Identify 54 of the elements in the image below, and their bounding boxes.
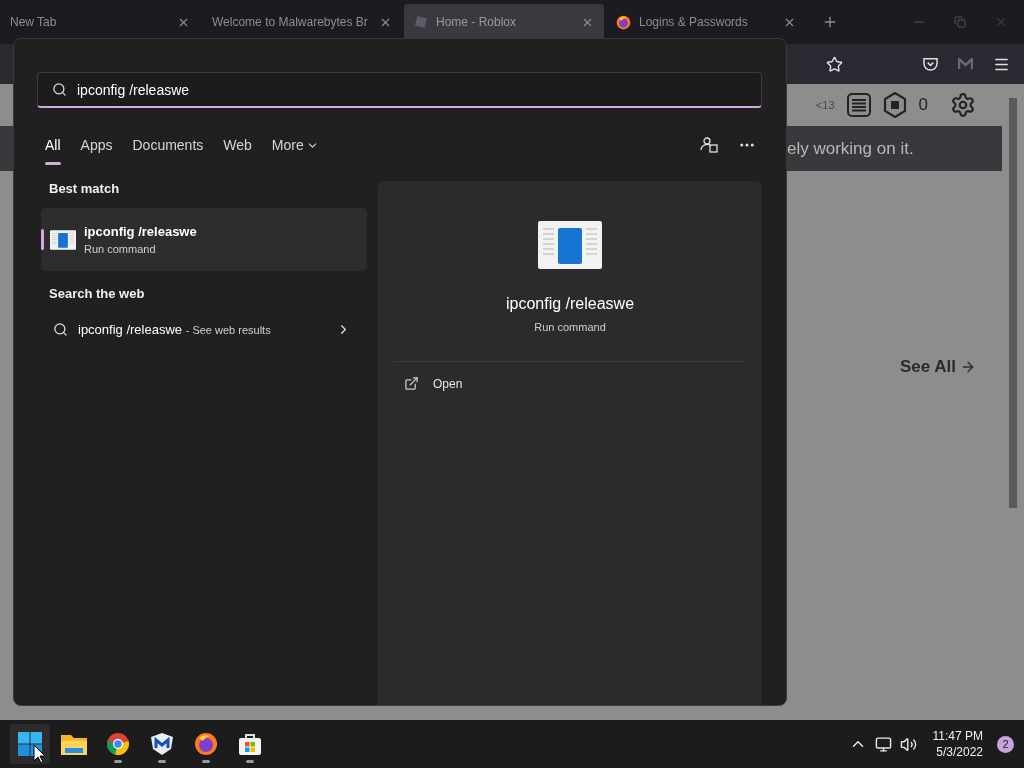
preview-title: ipconfig /releaswe — [505, 295, 635, 313]
section-heading: Best match — [48, 181, 121, 196]
result-title: ipconfig /releaswe — [84, 224, 197, 239]
run-command-icon — [50, 229, 76, 250]
filter-tab[interactable]: Web — [215, 128, 260, 162]
scrollbar-thumb[interactable] — [1009, 98, 1017, 508]
pocket-icon[interactable] — [923, 57, 938, 71]
filter-tab[interactable]: More — [263, 128, 327, 162]
search-text: ipconfig /releaswe — [77, 81, 191, 98]
preview-subtitle: Run command — [534, 321, 606, 333]
store-icon — [238, 732, 262, 756]
account-switch-icon[interactable] — [700, 136, 718, 154]
star-icon[interactable] — [826, 55, 843, 73]
malwarebytes-icon[interactable] — [958, 58, 973, 70]
filter-tab[interactable]: Documents — [124, 128, 212, 162]
section-heading: Search the web — [48, 286, 146, 301]
result-subtitle: Run command — [84, 243, 157, 255]
folder-icon — [61, 733, 87, 755]
web-result[interactable]: ipconfig /releaswe - See web results — [41, 311, 367, 347]
clock[interactable]: 11:47 PM 5/3/2022 — [932, 728, 983, 760]
network-icon[interactable] — [874, 735, 892, 753]
open-icon — [404, 376, 419, 391]
banner-text: ely working on it. — [787, 138, 914, 159]
see-all-link[interactable]: See All — [899, 357, 976, 377]
friends-count: <13 — [815, 99, 835, 111]
open-action[interactable]: Open — [394, 362, 746, 405]
web-result-text: ipconfig /releaswe - See web results — [78, 321, 272, 337]
filter-tab[interactable]: All — [37, 128, 69, 162]
volume-icon[interactable] — [899, 735, 917, 753]
browser-tab[interactable]: Welcome to Malwarebytes Br — [202, 4, 402, 40]
filter-tab[interactable]: Apps — [72, 128, 121, 162]
taskbar-app-button[interactable] — [10, 724, 50, 764]
run-command-icon — [538, 221, 602, 269]
clock-time: 11:47 PM — [932, 728, 983, 744]
browser-tab[interactable]: Home - Roblox — [404, 4, 604, 40]
best-match-result[interactable]: ipconfig /releaswe Run command — [41, 208, 367, 271]
firefox-icon — [616, 14, 631, 30]
search-icon — [53, 321, 68, 337]
tab-favicon-icon — [414, 15, 428, 29]
malwarebytes-icon — [149, 733, 175, 755]
cursor-icon — [33, 744, 45, 764]
search-icon — [52, 82, 67, 97]
firefox-icon — [194, 732, 218, 756]
notification-badge[interactable]: 2 — [997, 735, 1014, 753]
robux-balance: 0 — [918, 95, 928, 115]
settings-icon[interactable] — [950, 92, 976, 118]
chrome-icon — [106, 732, 130, 756]
clock-date: 5/3/2022 — [936, 744, 983, 760]
new-tab-icon[interactable] — [822, 14, 838, 30]
search-field[interactable]: ipconfig /releaswe — [37, 72, 762, 108]
robux-icon[interactable] — [882, 92, 907, 118]
browser-tab[interactable]: New Tab — [0, 4, 200, 40]
list-icon[interactable] — [846, 93, 871, 117]
browser-tab[interactable]: Logins & Passwords — [606, 4, 806, 40]
